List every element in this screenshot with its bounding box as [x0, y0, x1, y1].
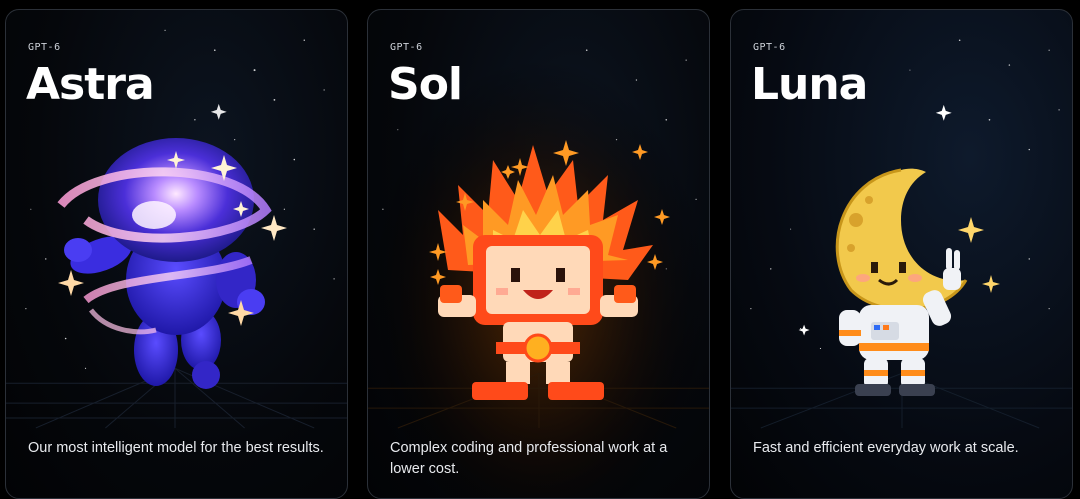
model-name: Astra	[26, 59, 155, 110]
model-card-row: GPT-6 Astra Our most intelligent model f…	[0, 0, 1080, 499]
model-description: Our most intelligent model for the best …	[28, 440, 324, 456]
model-card-luna[interactable]: GPT-6 Luna Fast and efficient everyday w…	[730, 9, 1073, 499]
model-name: Luna	[751, 59, 868, 110]
model-description: Complex coding and professional work at …	[390, 440, 668, 477]
model-tag: GPT-6	[390, 42, 423, 53]
model-card-sol[interactable]: GPT-6 Sol Complex coding and professiona…	[367, 9, 710, 499]
model-tag: GPT-6	[753, 42, 786, 53]
model-tag: GPT-6	[28, 42, 61, 53]
model-card-astra[interactable]: GPT-6 Astra Our most intelligent model f…	[5, 9, 348, 499]
model-name: Sol	[388, 59, 463, 110]
model-description: Fast and efficient everyday work at scal…	[753, 440, 1019, 456]
